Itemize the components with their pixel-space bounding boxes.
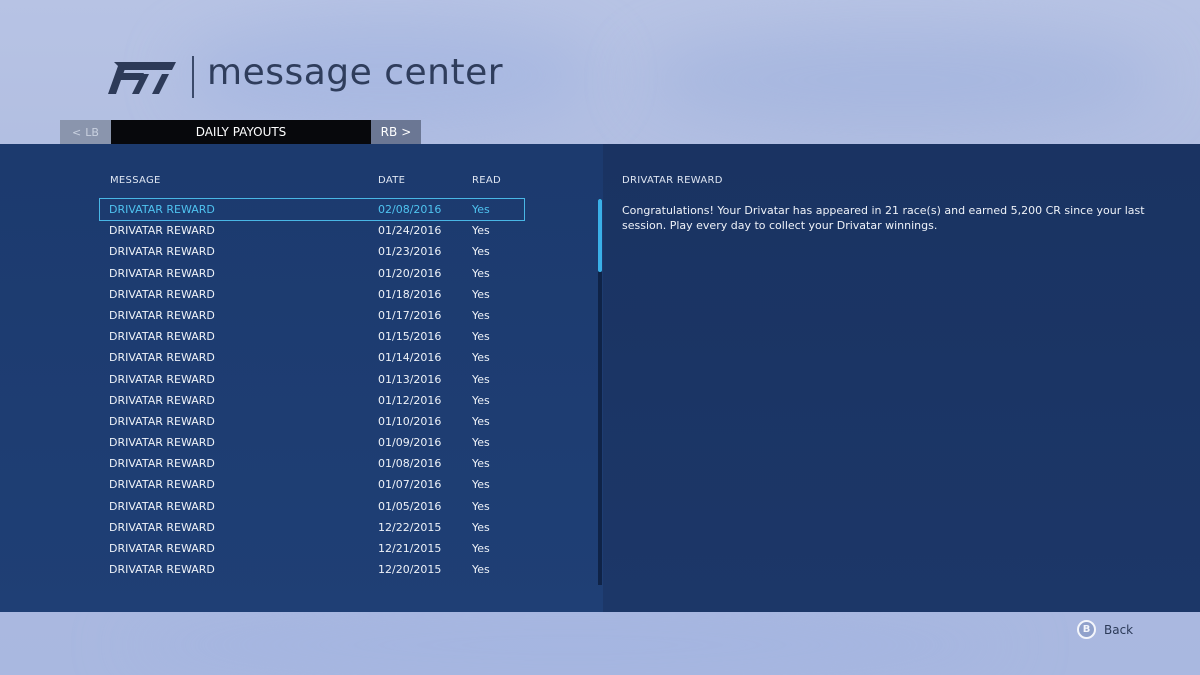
message-row[interactable]: DRIVATAR REWARD 01/12/2016 Yes [100, 390, 524, 411]
message-title: DRIVATAR REWARD [109, 542, 215, 555]
detail-title: DRIVATAR REWARD [622, 175, 723, 186]
tab-next-button[interactable]: RB > [371, 120, 421, 144]
message-read: Yes [472, 372, 490, 386]
tab-next-label: RB [380, 125, 398, 139]
message-date: 01/13/2016 [378, 372, 442, 386]
title-divider [192, 56, 194, 98]
message-date: 12/21/2015 [378, 542, 442, 555]
message-title: DRIVATAR REWARD [109, 224, 215, 238]
message-date: 01/07/2016 [378, 478, 442, 492]
page-title: message center [207, 52, 504, 93]
message-date: 12/20/2015 [378, 563, 442, 577]
message-date: 01/20/2016 [378, 266, 442, 280]
message-read: Yes [472, 436, 490, 450]
message-read: Yes [472, 414, 490, 428]
message-read: Yes [472, 563, 490, 577]
message-read: Yes [472, 224, 490, 238]
message-title: DRIVATAR REWARD [109, 414, 215, 428]
message-date: 01/05/2016 [378, 499, 442, 513]
message-row[interactable]: DRIVATAR REWARD 01/07/2016 Yes [100, 474, 524, 495]
message-detail-panel: DRIVATAR REWARD Congratulations! Your Dr… [603, 144, 1200, 612]
message-row[interactable]: DRIVATAR REWARD 12/20/2015 Yes [100, 559, 524, 580]
message-title: DRIVATAR REWARD [109, 499, 215, 513]
chevron-right-icon: > [401, 125, 412, 139]
message-date: 12/22/2015 [378, 520, 442, 534]
message-date: 01/15/2016 [378, 330, 442, 344]
message-title: DRIVATAR REWARD [109, 330, 215, 344]
message-read: Yes [472, 203, 490, 216]
message-date: 02/08/2016 [378, 203, 442, 216]
message-title: DRIVATAR REWARD [109, 393, 215, 407]
message-read: Yes [472, 287, 490, 301]
message-title: DRIVATAR REWARD [109, 563, 215, 577]
message-read: Yes [472, 542, 490, 555]
tab-current-label: DAILY PAYOUTS [195, 125, 287, 139]
message-row[interactable]: DRIVATAR REWARD 12/21/2015 Yes [100, 538, 524, 559]
message-read: Yes [472, 478, 490, 492]
message-read: Yes [472, 499, 490, 513]
message-title: DRIVATAR REWARD [109, 520, 215, 534]
back-button[interactable]: B Back [1077, 620, 1133, 639]
message-title: DRIVATAR REWARD [109, 266, 215, 280]
message-read: Yes [472, 457, 490, 471]
message-title: DRIVATAR REWARD [109, 436, 215, 450]
message-date: 01/23/2016 [378, 245, 442, 259]
column-header-date: DATE [378, 175, 406, 186]
message-panel: MESSAGE DATE READ DRIVATAR REWARD 02/08/2… [0, 144, 1200, 612]
list-scrollbar[interactable] [598, 199, 602, 585]
message-title: DRIVATAR REWARD [109, 478, 215, 492]
message-row[interactable]: DRIVATAR REWARD 12/22/2015 Yes [100, 517, 524, 538]
message-read: Yes [472, 308, 490, 322]
column-header-read: READ [472, 175, 502, 186]
message-date: 01/09/2016 [378, 436, 442, 450]
message-title: DRIVATAR REWARD [109, 457, 215, 471]
b-button-icon: B [1077, 620, 1096, 639]
message-date: 01/18/2016 [378, 287, 442, 301]
message-title: DRIVATAR REWARD [109, 245, 215, 259]
message-read: Yes [472, 351, 490, 365]
footer [0, 612, 1200, 675]
message-row[interactable]: DRIVATAR REWARD 01/23/2016 Yes [100, 241, 524, 262]
message-row[interactable]: DRIVATAR REWARD 01/05/2016 Yes [100, 496, 524, 517]
message-title: DRIVATAR REWARD [109, 203, 215, 216]
message-read: Yes [472, 520, 490, 534]
message-list: DRIVATAR REWARD 02/08/2016 Yes DRIVATAR RE… [99, 197, 526, 580]
message-row[interactable]: DRIVATAR REWARD 01/15/2016 Yes [100, 326, 524, 347]
message-row[interactable]: DRIVATAR REWARD 01/18/2016 Yes [100, 284, 524, 305]
message-row[interactable]: DRIVATAR REWARD 01/17/2016 Yes [100, 305, 524, 326]
tab-bar: < LB DAILY PAYOUTS RB > [60, 120, 421, 144]
back-label: Back [1104, 622, 1134, 637]
message-row[interactable]: DRIVATAR REWARD 01/08/2016 Yes [100, 453, 524, 474]
forza-logo [108, 62, 176, 94]
tab-daily-payouts[interactable]: DAILY PAYOUTS [111, 120, 371, 144]
message-list-panel: MESSAGE DATE READ DRIVATAR REWARD 02/08/2… [0, 144, 603, 612]
message-row[interactable]: DRIVATAR REWARD 02/08/2016 Yes [99, 197, 525, 222]
message-row[interactable]: DRIVATAR REWARD 01/20/2016 Yes [100, 263, 524, 284]
message-date: 01/10/2016 [378, 414, 442, 428]
message-title: DRIVATAR REWARD [109, 351, 215, 365]
column-header-message: MESSAGE [110, 175, 161, 186]
message-row[interactable]: DRIVATAR REWARD 01/13/2016 Yes [100, 369, 524, 390]
message-row[interactable]: DRIVATAR REWARD 01/10/2016 Yes [100, 411, 524, 432]
tab-prev-button[interactable]: < LB [60, 120, 111, 144]
message-date: 01/24/2016 [378, 224, 442, 238]
chevron-left-icon: < [72, 125, 82, 139]
message-read: Yes [472, 266, 490, 280]
detail-body: Congratulations! Your Drivatar has appea… [622, 204, 1145, 232]
message-title: DRIVATAR REWARD [109, 308, 215, 322]
list-scrollbar-thumb[interactable] [598, 199, 602, 272]
message-title: DRIVATAR REWARD [109, 287, 215, 301]
message-read: Yes [472, 393, 490, 407]
message-date: 01/12/2016 [378, 393, 442, 407]
message-row[interactable]: DRIVATAR REWARD 01/24/2016 Yes [100, 220, 524, 241]
tab-prev-label: LB [85, 125, 99, 139]
message-row[interactable]: DRIVATAR REWARD 01/09/2016 Yes [100, 432, 524, 453]
message-read: Yes [472, 330, 490, 344]
message-date: 01/08/2016 [378, 457, 442, 471]
message-date: 01/17/2016 [378, 308, 442, 322]
message-title: DRIVATAR REWARD [109, 372, 215, 386]
message-row[interactable]: DRIVATAR REWARD 01/14/2016 Yes [100, 347, 524, 368]
message-date: 01/14/2016 [378, 351, 442, 365]
message-read: Yes [472, 245, 490, 259]
